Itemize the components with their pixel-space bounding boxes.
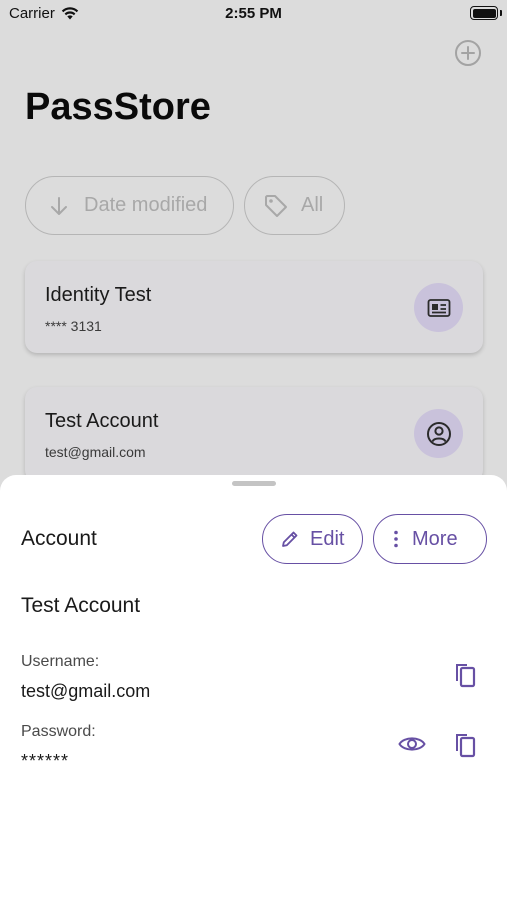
list-item-account[interactable]: Test Account test@gmail.com xyxy=(25,387,483,482)
password-value[interactable]: ****** xyxy=(21,751,69,772)
clock: 2:55 PM xyxy=(225,5,282,22)
item-title: Test Account xyxy=(45,410,159,432)
copy-icon xyxy=(456,734,476,758)
tag-filter-chip[interactable]: All xyxy=(244,176,345,235)
copy-icon xyxy=(456,664,476,688)
item-type-label: Account xyxy=(21,527,97,550)
sort-chip-label: Date modified xyxy=(84,194,208,216)
password-label: Password: xyxy=(21,723,96,740)
drag-handle[interactable] xyxy=(232,481,276,486)
tag-chip-label: All xyxy=(301,194,324,216)
list-item-identity[interactable]: Identity Test **** 3131 xyxy=(25,261,483,353)
edit-button-label: Edit xyxy=(310,527,345,550)
username-value[interactable]: test@gmail.com xyxy=(21,681,150,702)
reveal-password-button[interactable] xyxy=(396,728,428,760)
id-card-icon xyxy=(414,283,463,332)
account-circle-icon xyxy=(414,409,463,458)
more-button-label: More xyxy=(412,527,458,550)
add-item-button[interactable] xyxy=(455,40,481,66)
copy-password-button[interactable] xyxy=(449,728,481,760)
username-label: Username: xyxy=(21,653,100,670)
page-title: PassStore xyxy=(25,86,211,128)
sort-chip[interactable]: Date modified xyxy=(25,176,234,235)
status-bar: Carrier 2:55 PM xyxy=(0,0,507,28)
item-name: Test Account xyxy=(21,594,141,617)
plus-icon xyxy=(461,46,475,60)
battery-cap xyxy=(500,10,502,16)
details-bottom-sheet: Account Edit More Test Account Username:… xyxy=(0,475,507,900)
tag-icon xyxy=(265,194,287,217)
copy-username-button[interactable] xyxy=(449,658,481,690)
more-button[interactable]: More xyxy=(373,514,487,564)
edit-button[interactable]: Edit xyxy=(262,514,363,564)
eye-icon xyxy=(398,737,426,751)
more-vertical-icon xyxy=(394,530,398,548)
item-subtitle: test@gmail.com xyxy=(45,444,146,460)
pencil-icon xyxy=(282,531,298,547)
arrow-down-icon xyxy=(51,196,67,215)
item-subtitle: **** 3131 xyxy=(45,318,102,334)
battery-icon xyxy=(470,6,498,20)
item-title: Identity Test xyxy=(45,284,152,306)
